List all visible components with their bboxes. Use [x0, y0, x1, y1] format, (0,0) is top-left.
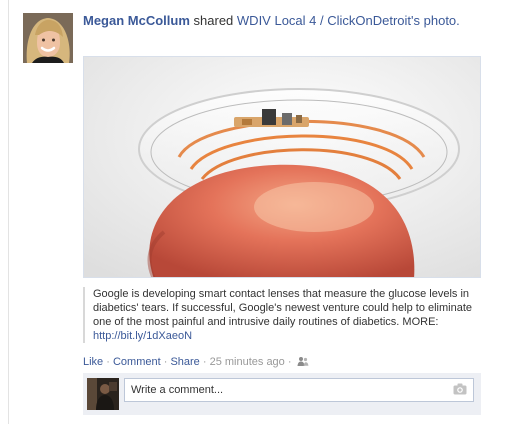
caption-more-link[interactable]: http://bit.ly/1dXaeoN	[93, 330, 192, 342]
post-actions: Like · Comment · Share · 25 minutes ago …	[83, 355, 309, 371]
shared-verb: shared	[193, 13, 234, 28]
author-avatar[interactable]	[23, 13, 73, 63]
comment-link[interactable]: Comment	[113, 356, 161, 368]
action-separator: ·	[160, 356, 171, 368]
caption-text: Google is developing smart contact lense…	[93, 288, 473, 328]
left-divider	[8, 0, 9, 424]
like-link[interactable]: Like	[83, 356, 103, 368]
photo-caption: Google is developing smart contact lense…	[83, 287, 483, 343]
action-separator: ·	[199, 356, 210, 368]
source-page-link[interactable]: WDIV Local 4 / ClickOnDetroit's	[237, 13, 420, 28]
camera-icon[interactable]	[453, 383, 467, 395]
friends-icon[interactable]	[297, 356, 309, 371]
post-header: Megan McCollum shared WDIV Local 4 / Cli…	[83, 12, 503, 29]
photo-link[interactable]: photo.	[424, 13, 460, 28]
commenter-avatar	[87, 378, 119, 410]
action-separator: ·	[284, 356, 295, 368]
comment-composer	[83, 373, 481, 415]
action-separator: ·	[103, 356, 113, 368]
author-name-link[interactable]: Megan McCollum	[83, 13, 190, 28]
post-timestamp[interactable]: 25 minutes ago	[210, 356, 285, 368]
comment-input[interactable]	[124, 378, 474, 402]
share-link[interactable]: Share	[170, 356, 199, 368]
shared-photo[interactable]	[83, 56, 481, 278]
